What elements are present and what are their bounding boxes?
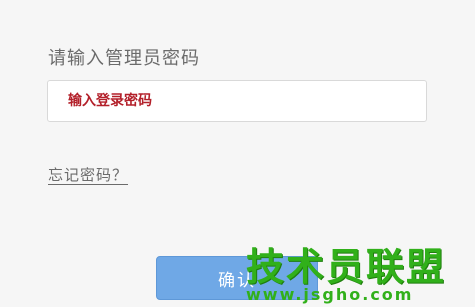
watermark-url: www.jsgho.com bbox=[246, 285, 414, 304]
watermark-site-name: 技术员联盟 bbox=[246, 245, 447, 289]
password-input[interactable] bbox=[48, 81, 426, 121]
password-field-container bbox=[47, 80, 427, 122]
password-prompt-label: 请输入管理员密码 bbox=[48, 48, 200, 69]
forgot-password-link[interactable]: 忘记密码？ bbox=[48, 164, 128, 185]
site-watermark: 技术员联盟 www.jsgho.com bbox=[236, 236, 475, 307]
